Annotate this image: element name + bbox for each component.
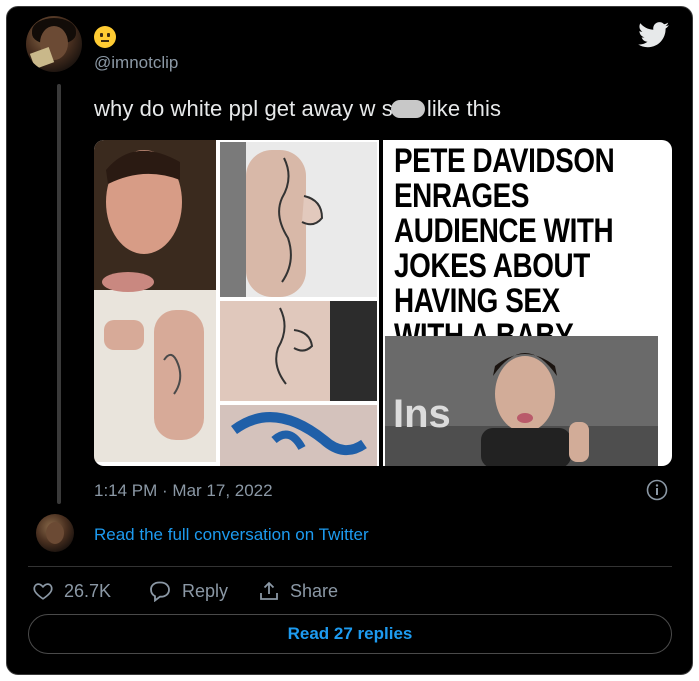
heart-icon xyxy=(33,583,53,600)
divider xyxy=(28,566,672,567)
neutral-face-emoji-icon xyxy=(94,26,116,48)
user-handle[interactable]: @imnotclip xyxy=(94,53,178,73)
tweet-text: why do white ppl get away w s like this xyxy=(94,96,501,122)
share-button[interactable]: Share xyxy=(258,580,338,602)
tweet-text-part: like this xyxy=(426,96,502,121)
photo-collage-graphic xyxy=(94,140,377,466)
read-replies-button[interactable]: Read 27 replies xyxy=(28,614,672,654)
timestamp[interactable]: 1:14 PM · Mar 17, 2022 xyxy=(94,481,273,501)
tattoo-photo-collage[interactable] xyxy=(94,140,379,466)
read-replies-label: Read 27 replies xyxy=(287,624,413,643)
read-conversation-link[interactable]: Read the full conversation on Twitter xyxy=(94,525,369,545)
conversation-avatar[interactable] xyxy=(36,514,74,552)
news-headline: PETE DAVIDSON ENRAGES AUDIENCE WITH JOKE… xyxy=(394,142,615,354)
reply-label: Reply xyxy=(182,580,229,601)
twitter-bird-icon[interactable] xyxy=(638,22,670,48)
avatar[interactable] xyxy=(26,16,82,72)
reply-button[interactable]: Reply xyxy=(148,580,228,602)
tweet-media[interactable]: PETE DAVIDSON ENRAGES AUDIENCE WITH JOKE… xyxy=(94,140,672,466)
share-icon xyxy=(260,581,278,600)
like-button[interactable]: 26.7K xyxy=(32,580,111,602)
redaction-mark xyxy=(390,100,425,118)
share-label: Share xyxy=(290,580,339,601)
news-headline-image[interactable]: PETE DAVIDSON ENRAGES AUDIENCE WITH JOKE… xyxy=(383,140,672,466)
thread-line xyxy=(57,84,61,504)
like-count: 26.7K xyxy=(64,580,112,601)
watermark-text: Ins xyxy=(393,392,451,436)
reply-icon xyxy=(150,581,170,602)
pete-davidson-photo: Ins xyxy=(385,336,658,466)
info-icon[interactable] xyxy=(646,479,668,501)
tweet-text-part: why do white ppl get away w s xyxy=(94,96,393,121)
